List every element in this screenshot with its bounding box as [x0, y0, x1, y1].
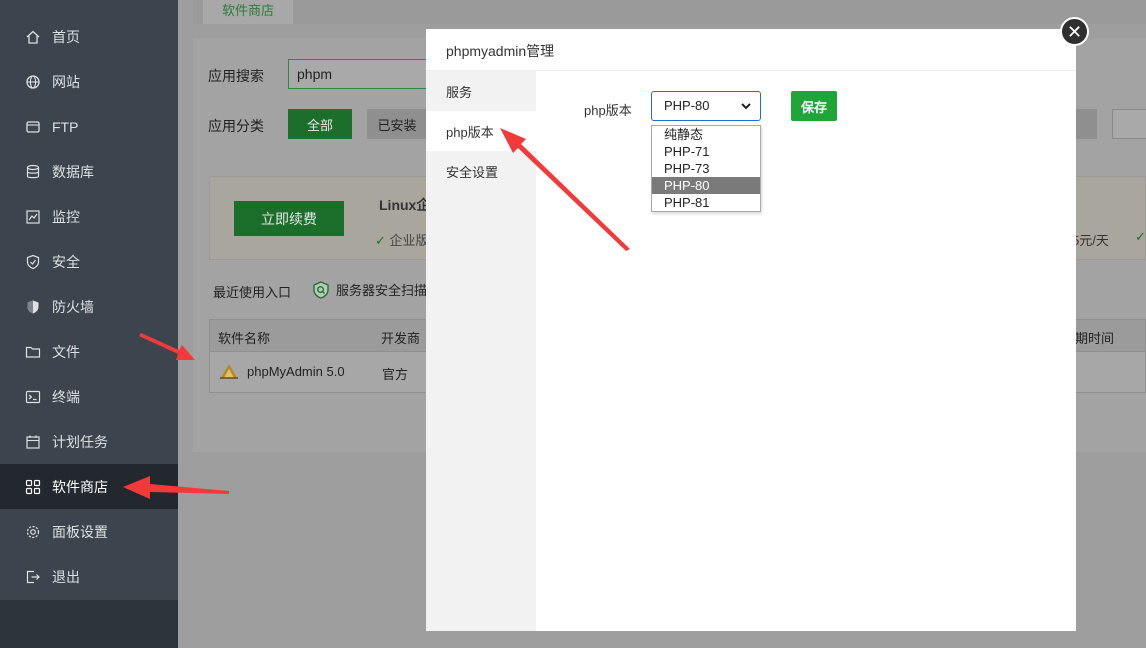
calendar-icon: [25, 434, 41, 450]
banner-title: Linux企: [379, 197, 431, 213]
sidebar-item-logout[interactable]: 退出: [0, 554, 178, 599]
banner-feature-text: 企业版: [389, 233, 429, 248]
shield-icon: [25, 254, 41, 270]
sidebar-item-gear[interactable]: 面板设置: [0, 509, 178, 554]
sidebar-item-folder[interactable]: 文件: [0, 329, 178, 374]
php-version-select[interactable]: PHP-80: [651, 91, 761, 121]
side-tab-php-version[interactable]: php版本: [426, 111, 536, 151]
save-button[interactable]: 保存: [791, 91, 837, 121]
sidebar-item-label: 计划任务: [52, 433, 108, 450]
ftp-icon: [25, 119, 41, 135]
sidebar-item-calendar[interactable]: 计划任务: [0, 419, 178, 464]
dropdown-option[interactable]: PHP-80: [652, 177, 760, 194]
renew-button[interactable]: 立即续费: [234, 201, 344, 236]
php-version-label: php版本: [584, 103, 632, 118]
dropdown-option[interactable]: PHP-73: [652, 160, 760, 177]
monitor-icon: [25, 209, 41, 225]
check-icon: ✓: [1135, 229, 1146, 244]
security-scan-label: 服务器安全扫描: [336, 283, 428, 298]
sidebar-item-label: 文件: [52, 343, 80, 360]
sidebar-item-label: 面板设置: [52, 523, 108, 540]
sidebar-item-label: 监控: [52, 208, 80, 225]
chevron-down-icon: [741, 103, 751, 110]
sidebar-item-grid[interactable]: 软件商店: [0, 464, 178, 509]
check-icon: ✓: [375, 233, 390, 248]
dialog-title: phpmyadmin管理: [426, 29, 1076, 71]
table-cell-developer: 官方: [382, 367, 409, 382]
security-scan-link[interactable]: 服务器安全扫描: [312, 280, 427, 299]
sidebar-item-shield[interactable]: 安全: [0, 239, 178, 284]
sidebar-item-firewall[interactable]: 防火墙: [0, 284, 178, 329]
gear-icon: [25, 524, 41, 540]
recent-entry-label: 最近使用入口: [213, 285, 292, 300]
dropdown-option[interactable]: 纯静态: [652, 126, 760, 143]
sidebar-item-home[interactable]: 首页: [0, 14, 178, 59]
search-input[interactable]: phpm: [288, 59, 438, 89]
sidebar-item-label: 网站: [52, 73, 80, 90]
dropdown-option[interactable]: PHP-81: [652, 194, 760, 211]
table-cell-name: phpMyAdmin 5.0: [247, 364, 345, 379]
category-label: 应用分类: [208, 118, 264, 134]
column-header-expire: 期时间: [1075, 331, 1115, 346]
sidebar-footer: [0, 600, 178, 648]
banner-price: 5元/天: [1072, 233, 1109, 248]
sidebar-item-label: 首页: [52, 28, 80, 45]
tab-software-store[interactable]: 软件商店: [203, 0, 293, 24]
column-header-name: 软件名称: [218, 331, 271, 346]
sidebar-item-label: 退出: [52, 568, 80, 585]
sidebar-item-database[interactable]: 数据库: [0, 149, 178, 194]
sidebar-item-globe[interactable]: 网站: [0, 59, 178, 104]
php-version-dropdown: 纯静态 PHP-71 PHP-73 PHP-80 PHP-81: [651, 125, 761, 212]
terminal-icon: [25, 389, 41, 405]
sidebar-item-label: 数据库: [52, 163, 94, 180]
side-tab-service[interactable]: 服务: [426, 71, 536, 111]
category-button[interactable]: [1112, 109, 1146, 139]
dropdown-option[interactable]: PHP-71: [652, 143, 760, 160]
php-version-select-value: PHP-80: [664, 98, 710, 113]
sidebar-item-label: 终端: [52, 388, 80, 405]
home-icon: [25, 29, 41, 45]
category-installed-button[interactable]: 已安装: [367, 109, 427, 139]
shield-icon: [313, 280, 329, 299]
banner-feature: ✓ 企业版: [375, 230, 429, 249]
category-all-button[interactable]: 全部: [288, 109, 352, 139]
sidebar-item-label: 安全: [52, 253, 80, 270]
firewall-icon: [25, 299, 41, 315]
sidebar-item-ftp[interactable]: FTP: [0, 104, 178, 149]
folder-icon: [25, 344, 41, 360]
side-tab-security[interactable]: 安全设置: [426, 151, 536, 191]
search-label: 应用搜索: [208, 68, 264, 84]
database-icon: [25, 164, 41, 180]
close-icon[interactable]: ✕: [1060, 17, 1089, 46]
sidebar-item-label: 防火墙: [52, 298, 94, 315]
phpmyadmin-icon: [219, 361, 239, 384]
tab-bar: [193, 0, 1146, 24]
globe-icon: [25, 74, 41, 90]
grid-icon: [25, 479, 41, 495]
column-header-developer: 开发商: [381, 331, 421, 346]
sidebar-item-label: FTP: [52, 118, 79, 135]
logout-icon: [25, 569, 41, 585]
sidebar-item-terminal[interactable]: 终端: [0, 374, 178, 419]
dialog-side-menu: 服务 php版本 安全设置: [426, 71, 536, 631]
sidebar-item-label: 软件商店: [52, 478, 108, 495]
sidebar-item-monitor[interactable]: 监控: [0, 194, 178, 239]
